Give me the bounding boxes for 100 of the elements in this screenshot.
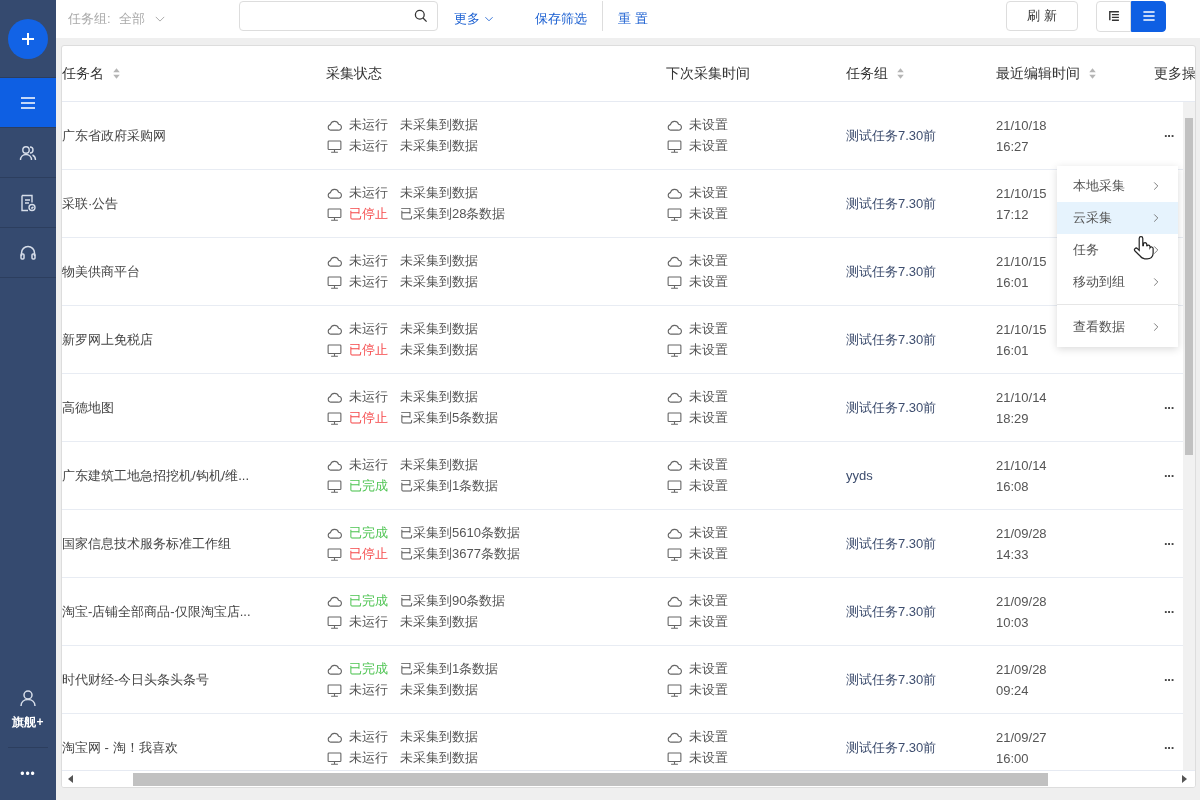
status-detail: 未采集到数据 xyxy=(400,749,478,767)
menu-item[interactable]: 云采集 xyxy=(1057,202,1178,234)
next-run-time: 未设置 xyxy=(689,613,728,631)
more-button[interactable]: ••• xyxy=(0,748,56,800)
more-dropdown[interactable]: 更多 xyxy=(454,10,495,28)
edit-date: 21/09/28 xyxy=(996,525,1047,541)
menu-item[interactable]: 本地采集 xyxy=(1057,170,1178,202)
monitor-icon xyxy=(326,477,343,495)
edit-time: 16:08 xyxy=(996,478,1029,494)
status-text: 已完成 xyxy=(349,660,388,678)
menu-icon xyxy=(1140,8,1157,24)
menu-item[interactable]: 查看数据 xyxy=(1057,311,1178,343)
scrollbar-thumb[interactable] xyxy=(1185,118,1193,455)
status-text: 已完成 xyxy=(349,592,388,610)
column-header: 采集状态 xyxy=(326,64,382,83)
status-detail: 未采集到数据 xyxy=(400,137,478,155)
task-group: 测试任务7.30前 xyxy=(846,739,937,755)
more-actions-button[interactable]: ··· xyxy=(1164,672,1174,687)
task-group: 测试任务7.30前 xyxy=(846,195,937,211)
scrollbar-thumb[interactable] xyxy=(133,772,1048,786)
task-name[interactable]: 新罗网上免税店 xyxy=(62,331,153,347)
tree-list-icon xyxy=(1106,9,1121,23)
edit-date: 21/10/14 xyxy=(996,389,1047,405)
edit-time: 10:03 xyxy=(996,614,1029,630)
edit-date: 21/09/28 xyxy=(996,593,1047,609)
task-name[interactable]: 高德地图 xyxy=(62,399,114,415)
status-text: 已停止 xyxy=(349,545,388,563)
status-text: 已停止 xyxy=(349,409,388,427)
task-name[interactable]: 淘宝-店铺全部商品-仅限淘宝店... xyxy=(62,603,251,619)
next-run-time: 未设置 xyxy=(689,409,728,427)
task-group: 测试任务7.30前 xyxy=(846,331,937,347)
column-header: 任务组 xyxy=(846,64,888,83)
monitor-icon xyxy=(326,681,343,699)
monitor-icon xyxy=(326,613,343,631)
status-text: 未运行 xyxy=(349,749,388,767)
list-view-button[interactable] xyxy=(1131,0,1166,32)
next-run-time: 未设置 xyxy=(689,137,728,155)
monitor-icon xyxy=(666,137,683,155)
search-field[interactable] xyxy=(239,1,438,31)
monitor-icon xyxy=(666,545,683,563)
task-group: 测试任务7.30前 xyxy=(846,263,937,279)
hand-cursor-icon xyxy=(1133,236,1155,260)
next-run-time: 未设置 xyxy=(689,116,728,134)
monitor-icon xyxy=(326,273,343,291)
vertical-scrollbar[interactable] xyxy=(1183,102,1195,770)
monitor-icon xyxy=(666,681,683,699)
status-text: 未运行 xyxy=(349,613,388,631)
status-text: 已停止 xyxy=(349,205,388,223)
status-detail: 未采集到数据 xyxy=(400,273,478,291)
task-group: 测试任务7.30前 xyxy=(846,399,937,415)
edit-time: 16:01 xyxy=(996,274,1029,290)
status-detail: 未采集到数据 xyxy=(400,320,478,338)
edit-time: 17:12 xyxy=(996,206,1029,222)
edit-time: 16:00 xyxy=(996,750,1029,766)
menu-item[interactable]: 任务 xyxy=(1057,234,1178,266)
task-name[interactable]: 淘宝网 - 淘！我喜欢 xyxy=(62,739,178,755)
next-run-time: 未设置 xyxy=(689,524,728,542)
monitor-icon xyxy=(326,205,343,223)
next-run-time: 未设置 xyxy=(689,320,728,338)
sidebar-item[interactable] xyxy=(0,78,56,128)
monitor-icon xyxy=(326,545,343,563)
task-name[interactable]: 采联·公告 xyxy=(62,195,119,211)
menu-item[interactable]: 移动到组 xyxy=(1057,266,1178,298)
horizontal-scrollbar[interactable] xyxy=(62,770,1195,787)
more-actions-button[interactable]: ··· xyxy=(1164,468,1174,483)
next-run-time: 未设置 xyxy=(689,273,728,291)
more-actions-button[interactable]: ··· xyxy=(1164,604,1174,619)
add-button[interactable] xyxy=(8,18,48,59)
edit-date: 21/09/28 xyxy=(996,661,1047,677)
status-text: 已完成 xyxy=(349,477,388,495)
edit-date: 21/10/18 xyxy=(996,117,1047,133)
plan-label[interactable]: 旗舰+ xyxy=(12,714,44,731)
task-name[interactable]: 时代财经-今日头条头条号 xyxy=(62,671,210,687)
task-group: 测试任务7.30前 xyxy=(846,127,937,143)
monitor-icon xyxy=(666,205,683,223)
edit-date: 21/09/27 xyxy=(996,729,1047,745)
status-detail: 未采集到数据 xyxy=(400,252,478,270)
save-filter-link[interactable]: 保存筛选 xyxy=(535,10,587,28)
status-text: 未运行 xyxy=(349,681,388,699)
task-name[interactable]: 广东省政府采购网 xyxy=(62,127,166,143)
status-detail: 已采集到90条数据 xyxy=(400,592,506,610)
more-actions-button[interactable]: ··· xyxy=(1164,740,1174,755)
status-detail: 未采集到数据 xyxy=(400,341,478,359)
scroll-left-arrow[interactable] xyxy=(68,775,73,783)
next-run-time: 未设置 xyxy=(689,728,728,746)
scroll-right-arrow[interactable] xyxy=(1182,775,1187,783)
status-text: 已完成 xyxy=(349,524,388,542)
task-name[interactable]: 国家信息技术服务标准工作组 xyxy=(62,535,231,551)
column-header: 任务名 xyxy=(62,64,104,83)
tree-view-button[interactable] xyxy=(1096,0,1131,32)
edit-date: 21/10/15 xyxy=(996,253,1047,269)
refresh-button[interactable]: 刷 新 xyxy=(1006,1,1078,31)
more-actions-button[interactable]: ··· xyxy=(1164,400,1174,415)
reset-link[interactable]: 重 置 xyxy=(618,10,648,28)
more-actions-button[interactable]: ··· xyxy=(1164,128,1174,143)
more-actions-button[interactable]: ··· xyxy=(1164,536,1174,551)
task-name[interactable]: 物美供商平台 xyxy=(62,263,140,279)
document-check-icon xyxy=(18,192,38,213)
task-group: 测试任务7.30前 xyxy=(846,535,937,551)
task-name[interactable]: 广东建筑工地急招挖机/钩机/维... xyxy=(62,467,250,483)
